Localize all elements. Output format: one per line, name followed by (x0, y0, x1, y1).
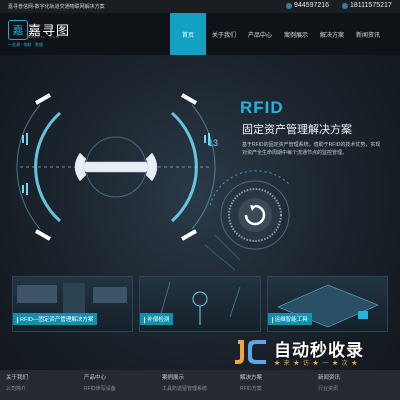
footer-heading: 产品中心 (84, 375, 107, 381)
watermark-logo-icon (235, 340, 266, 364)
phone-number-2[interactable]: 18111575217 (342, 2, 392, 9)
footer-col-about: 关于我们 公司简介 (6, 373, 28, 392)
dial-number-label: 13 (208, 138, 218, 148)
nav-item-about[interactable]: 关于我们 (206, 13, 242, 55)
nav-item-cases[interactable]: 案例展示 (278, 13, 314, 55)
card-label: RFID—固定资产管理解决方案 (13, 313, 98, 325)
top-bar: 嘉寻普信网-数字化轨道交通物联网解决方案 9445972​16 18111575… (0, 0, 400, 13)
footer-link[interactable]: RFID方案 (240, 385, 262, 392)
footer-link[interactable]: RFID读写设备 (84, 385, 116, 392)
card-label: 运维智能工具 (267, 313, 312, 325)
solution-card[interactable]: 运维智能工具 (266, 276, 388, 332)
phone-icon (286, 2, 292, 9)
card-label: 补偿检测 (140, 313, 174, 325)
footer-col-cases: 案例展示 工具防遗留管理系统 (162, 373, 207, 392)
solution-card[interactable]: 补偿检测 (139, 276, 261, 332)
hero-description: 基于RFID的固定资产管理系统，借助于RFID的技术优势，实现对资产全生命周期中… (242, 142, 381, 156)
footer-link[interactable]: 公司简介 (6, 385, 28, 392)
nav-item-products[interactable]: 产品中心 (242, 13, 278, 55)
solution-cards: RFID—固定资产管理解决方案 补偿检测 运维智能工具 (12, 276, 388, 332)
footer-heading: 解决方案 (240, 375, 263, 381)
solution-card[interactable]: RFID—固定资产管理解决方案 (12, 276, 134, 332)
hero-title-en: RFID (240, 98, 284, 117)
nav-item-solutions[interactable]: 解决方案 (314, 13, 350, 55)
logo-mark-icon: 嘉 (8, 20, 28, 40)
site-logo[interactable]: 嘉 嘉寻图 SHEUTA .COM 一追溯 · 物联 · 数据 (8, 19, 78, 49)
footer-col-solutions: 解决方案 RFID方案 (240, 373, 262, 392)
light-rays-icon (204, 234, 241, 271)
footer-link[interactable]: 行业资讯 (318, 385, 340, 392)
footer-heading: 新闻资讯 (318, 375, 341, 381)
footer-col-news: 新闻资讯 行业资讯 (318, 373, 340, 392)
mobile-icon (342, 2, 348, 9)
watermark-sub: ★ 来 ★ 访 ★ 一 ★ 次 ★ (274, 361, 359, 367)
site-slogan: 嘉寻普信网-数字化轨道交通物联网解决方案 (8, 4, 105, 10)
footer-link[interactable]: 工具防遗留管理系统 (162, 385, 207, 392)
footer: 关于我们 公司简介 产品中心 RFID读写设备 案例展示 工具防遗留管理系统 解… (0, 370, 400, 400)
main-nav: 首页 关于我们 产品中心 案例展示 解决方案 新闻资讯 (170, 13, 386, 55)
phone-number-2-text: 18111575217 (350, 2, 392, 9)
footer-heading: 关于我们 (6, 375, 29, 381)
footer-col-products: 产品中心 RFID读写设备 (84, 373, 116, 392)
phone-number-1[interactable]: 9445972​16 (286, 2, 329, 9)
hero-title-cn: 固定资产管理解决方案 (242, 124, 352, 136)
phone-number-1-text: 9445972​16 (294, 2, 330, 9)
watermark-overlay: 自动秒收录 ★ 来 ★ 访 ★ 一 ★ 次 ★ (232, 336, 382, 374)
logo-english: SHEUTA .COM (28, 35, 60, 39)
rfid-dial-icon (209, 170, 291, 250)
logo-tagline: 一追溯 · 物联 · 数据 (8, 42, 44, 47)
nav-item-home[interactable]: 首页 (170, 13, 206, 55)
nav-item-news[interactable]: 新闻资讯 (350, 13, 386, 55)
footer-heading: 案例展示 (162, 375, 185, 381)
